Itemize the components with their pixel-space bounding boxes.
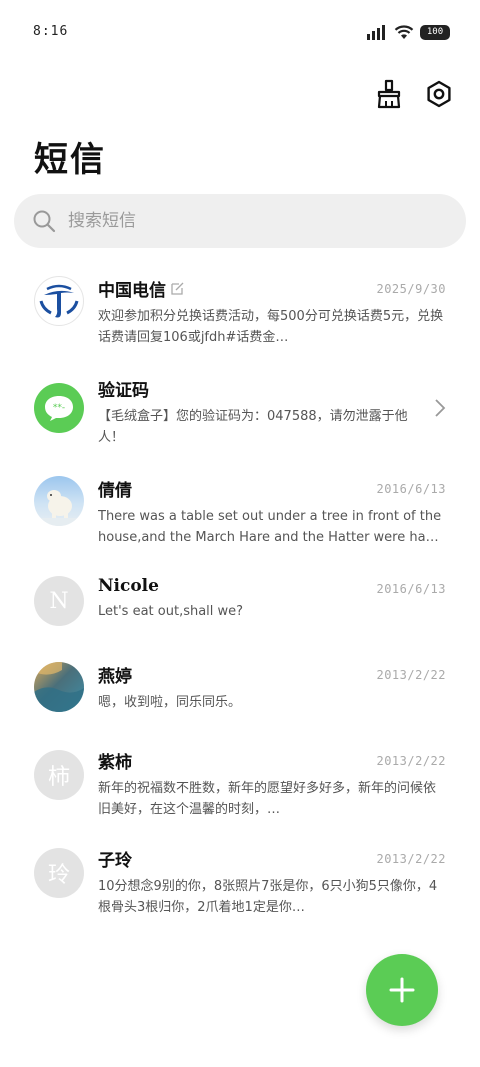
- message-date: 2016/6/13: [376, 482, 446, 496]
- list-item[interactable]: 玲 子玲 10分想念9别的你，8张照片7张是你，6只小狗5只像你，4根骨头3根归…: [0, 836, 480, 936]
- avatar: N: [34, 576, 84, 626]
- page-title: 短信: [34, 140, 106, 180]
- message-preview: 嗯，收到啦，同乐同乐。: [98, 695, 242, 710]
- status-bar: 8:16 100: [0, 0, 480, 64]
- list-item[interactable]: N Nicole Let's eat out,shall we? 2016/6/…: [0, 564, 480, 650]
- wifi-icon: [394, 25, 414, 39]
- message-list: 中国电信 欢迎参加积分兑换话费活动，每500分可兑换话费5元，兑换话费请回复10…: [0, 264, 480, 936]
- polar-bear-photo: [34, 490, 84, 526]
- message-preview: There was a table set out under a tree i…: [98, 509, 446, 545]
- list-item[interactable]: **- 验证码 【毛绒盒子】您的验证码为：047588，请勿泄露于他人！: [0, 364, 480, 464]
- settings-button[interactable]: [424, 78, 454, 110]
- avatar: [34, 662, 84, 712]
- svg-text:**-: **-: [53, 403, 65, 413]
- message-preview: 10分想念9别的你，8张照片7张是你，6只小狗5只像你，4根骨头3根归你，2爪着…: [98, 879, 438, 915]
- avatar: 柿: [34, 750, 84, 800]
- status-time: 8:16: [33, 24, 69, 39]
- search-input[interactable]: [68, 211, 408, 231]
- message-preview: 欢迎参加积分兑换话费活动，每500分可兑换话费5元，兑换话费请回复106或jfd…: [98, 309, 444, 345]
- message-preview: 新年的祝福数不胜数，新年的愿望好多好多，新年的问候依旧美好，在这个温馨的时刻，…: [98, 781, 437, 817]
- contact-name: 验证码: [98, 381, 149, 401]
- message-preview: Let's eat out,shall we?: [98, 604, 244, 619]
- avatar: [34, 276, 84, 326]
- list-item[interactable]: 中国电信 欢迎参加积分兑换话费活动，每500分可兑换话费5元，兑换话费请回复10…: [0, 264, 480, 364]
- new-message-button[interactable]: [366, 954, 438, 1026]
- contact-name-text: 中国电信: [98, 281, 166, 301]
- message-date: 2013/2/22: [376, 668, 446, 682]
- avatar-letter: 玲: [47, 863, 70, 888]
- chevron-right-icon: [435, 399, 446, 417]
- avatar: **-: [34, 383, 84, 433]
- message-date: 2013/2/22: [376, 754, 446, 768]
- list-item[interactable]: 倩倩 There was a table set out under a tre…: [0, 464, 480, 564]
- signal-icon: [367, 25, 385, 40]
- avatar-letter: 柿: [47, 765, 70, 790]
- battery-indicator: 100: [420, 24, 450, 40]
- avatar: [34, 476, 84, 526]
- broom-icon: [377, 79, 401, 109]
- list-item[interactable]: 燕婷 嗯，收到啦，同乐同乐。 2013/2/22: [0, 650, 480, 736]
- message-date: 2013/2/22: [376, 852, 446, 866]
- message-date: 2016/6/13: [376, 582, 446, 596]
- list-item[interactable]: 柿 紫柿 新年的祝福数不胜数，新年的愿望好多好多，新年的问候依旧美好，在这个温馨…: [0, 736, 480, 836]
- avatar-letter: N: [49, 588, 69, 614]
- message-preview: 【毛绒盒子】您的验证码为：047588，请勿泄露于他人！: [98, 409, 408, 445]
- edit-icon: [171, 282, 184, 295]
- clean-button[interactable]: [374, 78, 404, 110]
- landscape-photo: [34, 662, 84, 712]
- search-bar[interactable]: [14, 194, 466, 248]
- top-actions: [374, 78, 454, 110]
- sms-bubble-icon: **-: [45, 396, 73, 421]
- avatar: 玲: [34, 848, 84, 898]
- status-icons: 100: [366, 24, 450, 40]
- search-icon: [33, 210, 56, 233]
- china-telecom-logo: [39, 284, 79, 318]
- plus-icon: [389, 977, 415, 1003]
- message-date: 2025/9/30: [376, 282, 446, 296]
- gear-icon: [427, 80, 451, 108]
